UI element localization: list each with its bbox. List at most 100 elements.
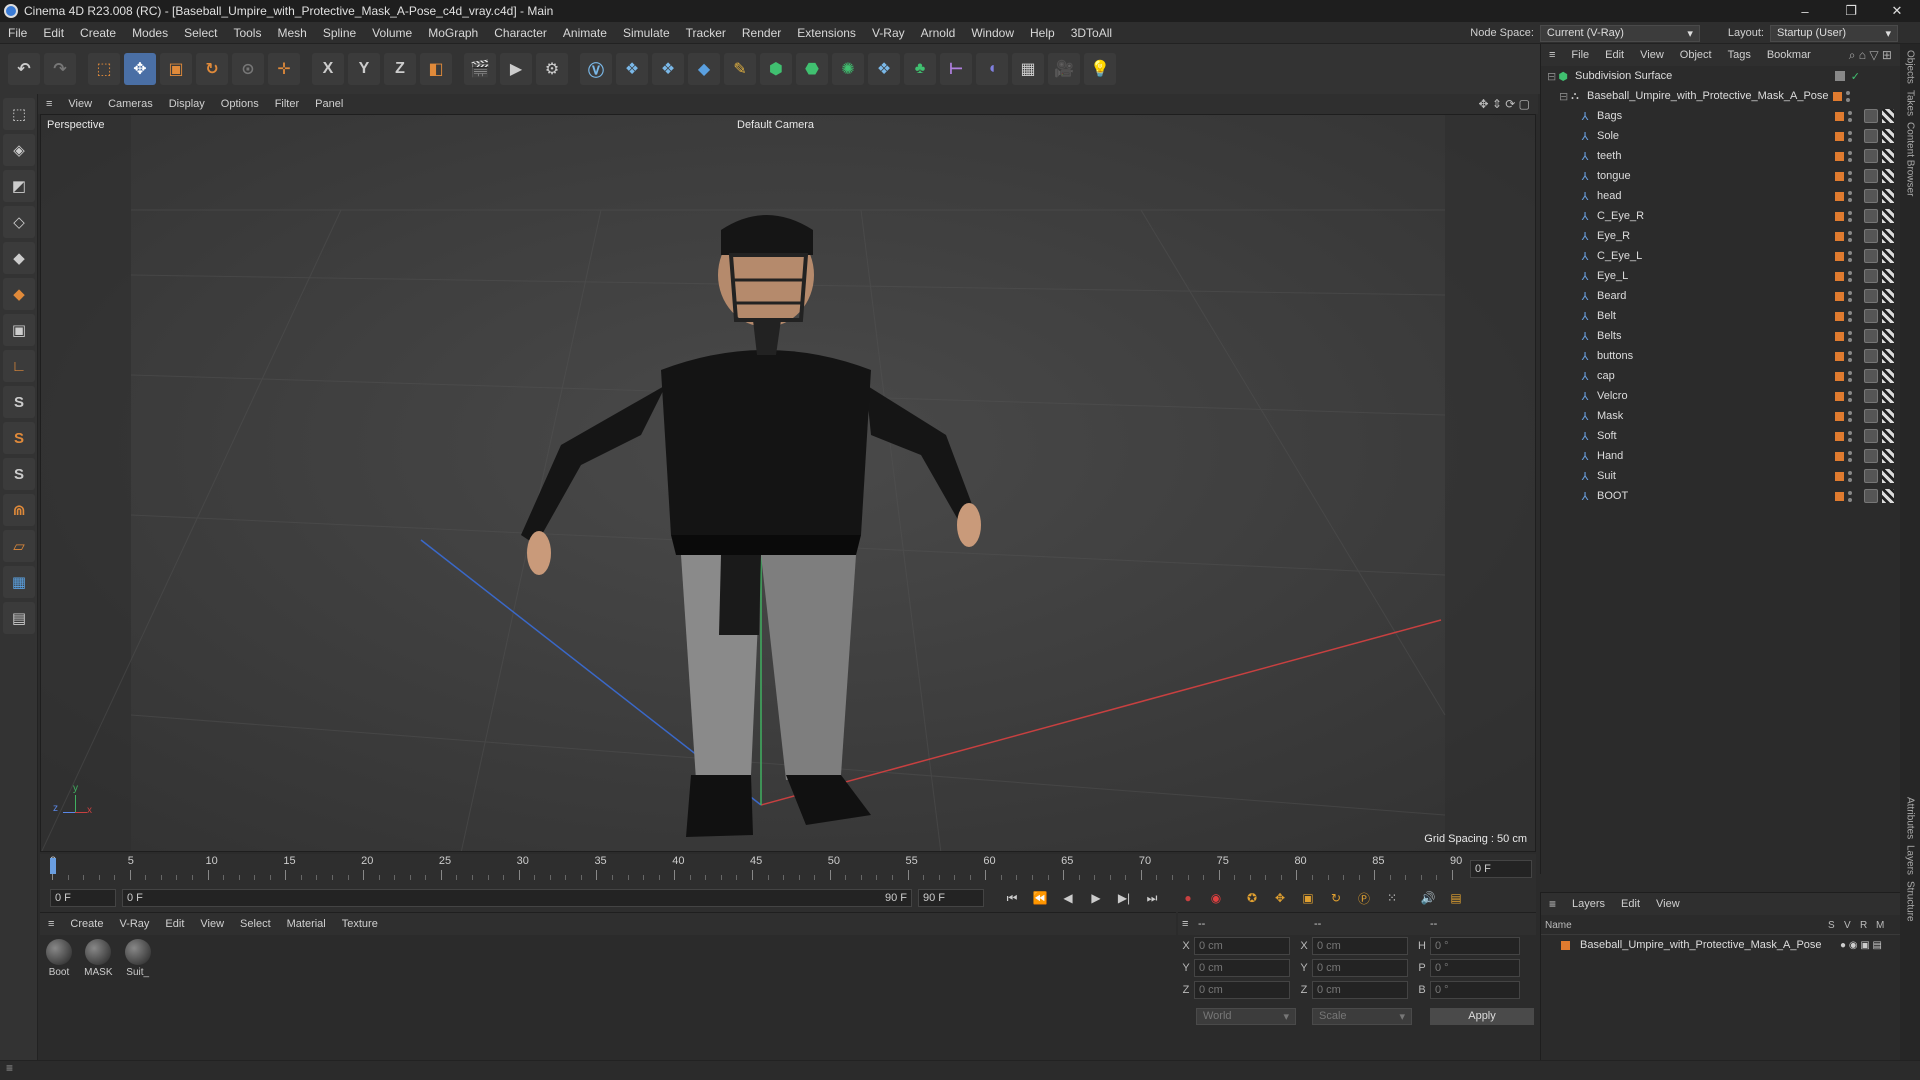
hamburger-icon[interactable]: ≡: [40, 918, 62, 930]
viewport-menu-display[interactable]: Display: [161, 98, 213, 110]
texture-tag-icon[interactable]: [1882, 469, 1894, 483]
rotation-b-field[interactable]: 0 °: [1430, 981, 1520, 999]
magnet-icon[interactable]: ⋒: [3, 494, 35, 526]
mat-menu-edit[interactable]: Edit: [157, 918, 192, 930]
rotate-tool-button[interactable]: ↻: [196, 53, 228, 85]
visibility-icon[interactable]: [1834, 71, 1845, 81]
go-to-start-icon[interactable]: ⏮: [1000, 887, 1024, 909]
texture-tag-icon[interactable]: [1882, 489, 1894, 503]
layer-color-tag[interactable]: [1835, 411, 1844, 421]
menu-volume[interactable]: Volume: [364, 26, 420, 40]
menu-arnold[interactable]: Arnold: [913, 26, 964, 40]
autokey-icon[interactable]: ◉: [1204, 887, 1228, 909]
material-tag-icon[interactable]: [1864, 309, 1878, 323]
texture-tag-icon[interactable]: [1882, 129, 1894, 143]
menu-help[interactable]: Help: [1022, 26, 1063, 40]
object-row[interactable]: ⅄ Hand: [1541, 446, 1900, 466]
render-view-button[interactable]: ▶: [500, 53, 532, 85]
next-frame-icon[interactable]: ▶|: [1112, 887, 1136, 909]
key-position-icon[interactable]: ✥: [1268, 887, 1292, 909]
visibility-dots[interactable]: [1848, 309, 1854, 323]
object-row[interactable]: ⅄ cap: [1541, 366, 1900, 386]
layer-color-tag[interactable]: [1835, 391, 1844, 401]
previous-key-icon[interactable]: ⏪: [1028, 887, 1052, 909]
record-keys-icon[interactable]: ●: [1176, 887, 1200, 909]
cube-icon[interactable]: ◆: [688, 53, 720, 85]
layer-color-tag[interactable]: [1835, 191, 1844, 201]
axis-y-toggle[interactable]: Y: [348, 53, 380, 85]
menu-character[interactable]: Character: [486, 26, 555, 40]
object-row[interactable]: ⅄ Sole: [1541, 126, 1900, 146]
render-settings-button[interactable]: ⚙: [536, 53, 568, 85]
viewport-menu-panel[interactable]: Panel: [307, 98, 351, 110]
material-tag-icon[interactable]: [1864, 129, 1878, 143]
tag-icon[interactable]: ◖: [976, 53, 1008, 85]
menu-modes[interactable]: Modes: [124, 26, 176, 40]
object-row[interactable]: ⅄ C_Eye_L: [1541, 246, 1900, 266]
layer-color-tag[interactable]: [1835, 231, 1844, 241]
visibility-dots[interactable]: [1848, 469, 1854, 483]
polygons-mode-icon[interactable]: ◆: [3, 278, 35, 310]
material-tag-icon[interactable]: [1864, 189, 1878, 203]
size-y-field[interactable]: 0 cm: [1312, 959, 1408, 977]
go-to-end-icon[interactable]: ⏭: [1140, 887, 1164, 909]
object-row[interactable]: ⅄ Mask: [1541, 406, 1900, 426]
material-tag-icon[interactable]: [1864, 349, 1878, 363]
texture-tag-icon[interactable]: [1882, 269, 1894, 283]
viewport-nav-icons[interactable]: ✥ ⇕ ⟳ ▢: [1478, 97, 1530, 111]
layer-color-tag[interactable]: [1835, 131, 1844, 141]
layer-color-tag[interactable]: [1835, 151, 1844, 161]
hamburger-icon[interactable]: ≡: [1178, 918, 1198, 930]
menu-animate[interactable]: Animate: [555, 26, 615, 40]
material-tag-icon[interactable]: [1864, 409, 1878, 423]
position-z-field[interactable]: 0 cm: [1194, 981, 1290, 999]
layer-color-tag[interactable]: [1833, 91, 1842, 101]
edges-mode-icon[interactable]: ◆: [3, 242, 35, 274]
layer-color-tag[interactable]: [1835, 331, 1844, 341]
material-tag-icon[interactable]: [1864, 289, 1878, 303]
scale-tool-button[interactable]: ▣: [160, 53, 192, 85]
redo-button[interactable]: ↷: [44, 53, 76, 85]
texture-tag-icon[interactable]: [1882, 329, 1894, 343]
pen-icon[interactable]: ✎: [724, 53, 756, 85]
mat-menu-select[interactable]: Select: [232, 918, 279, 930]
layer-color-tag[interactable]: [1835, 311, 1844, 321]
python-icon[interactable]: ❖: [616, 53, 648, 85]
layer-color-swatch[interactable]: [1561, 940, 1570, 950]
object-row[interactable]: ⅄ Beard: [1541, 286, 1900, 306]
side-tab-structure[interactable]: Structure: [1905, 881, 1916, 922]
material-tag-icon[interactable]: [1864, 489, 1878, 503]
subdivision-icon[interactable]: ⬢: [760, 53, 792, 85]
layer-color-tag[interactable]: [1835, 431, 1844, 441]
search-icon[interactable]: ⌕ ⌂ ▽ ⊞: [1849, 48, 1892, 63]
size-x-field[interactable]: 0 cm: [1312, 937, 1408, 955]
menu-select[interactable]: Select: [176, 26, 225, 40]
maximize-button[interactable]: ❐: [1828, 0, 1874, 22]
vray-icon[interactable]: Ⓥ: [580, 53, 612, 85]
layer-color-tag[interactable]: [1835, 111, 1844, 121]
snap-icon[interactable]: S: [3, 386, 35, 418]
object-row[interactable]: ⅄ Soft: [1541, 426, 1900, 446]
coord-system-dropdown[interactable]: World ▾: [1196, 1007, 1296, 1025]
visibility-dots[interactable]: [1848, 449, 1854, 463]
3d-viewport[interactable]: Perspective Default Camera Grid Spacing …: [40, 114, 1536, 852]
object-row-group[interactable]: ⊟ ⛬ Baseball_Umpire_with_Protective_Mask…: [1541, 86, 1900, 106]
layer-color-tag[interactable]: [1835, 271, 1844, 281]
obj-menu-file[interactable]: File: [1563, 49, 1597, 61]
layer-color-tag[interactable]: [1835, 171, 1844, 181]
collapse-icon[interactable]: ⊟: [1547, 70, 1557, 83]
material-tag-icon[interactable]: [1864, 429, 1878, 443]
material-tag-icon[interactable]: [1864, 169, 1878, 183]
visibility-dots[interactable]: [1848, 369, 1854, 383]
visibility-dots[interactable]: [1848, 189, 1854, 203]
object-row[interactable]: ⅄ Belts: [1541, 326, 1900, 346]
range-slider[interactable]: 0 F 90 F: [122, 889, 912, 907]
key-pla-icon[interactable]: ⁙: [1380, 887, 1404, 909]
visibility-dots[interactable]: [1848, 209, 1854, 223]
texture-tag-icon[interactable]: [1882, 249, 1894, 263]
menu-mograph[interactable]: MoGraph: [420, 26, 486, 40]
material-tag-icon[interactable]: [1864, 209, 1878, 223]
texture-tag-icon[interactable]: [1882, 149, 1894, 163]
key-scale-icon[interactable]: ▣: [1296, 887, 1320, 909]
menu-tools[interactable]: Tools: [225, 26, 269, 40]
